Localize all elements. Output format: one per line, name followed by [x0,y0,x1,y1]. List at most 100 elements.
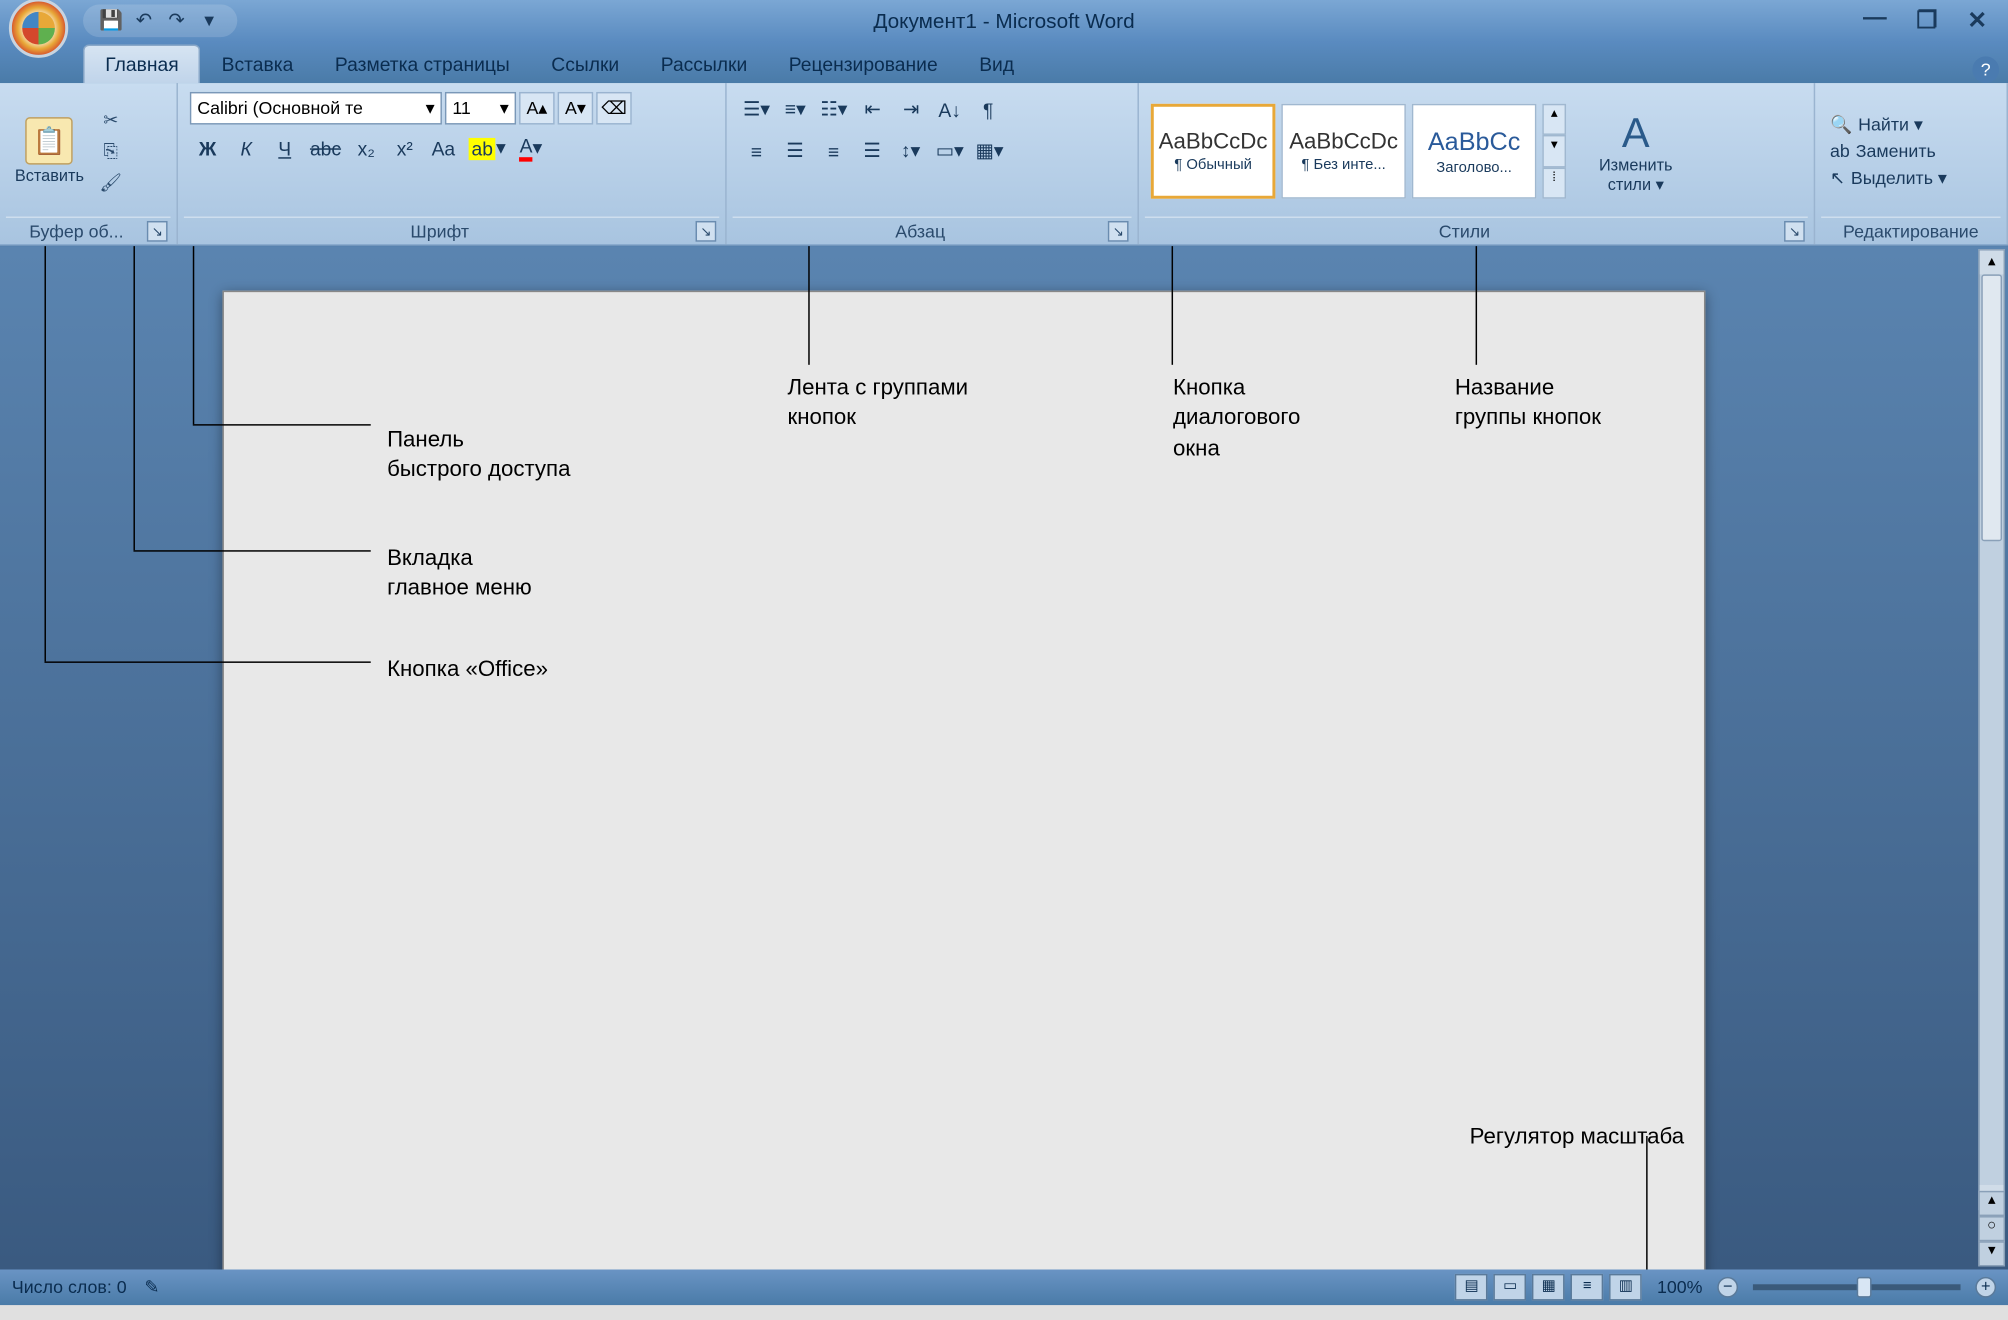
spellcheck-icon[interactable]: ✎ [144,1277,159,1298]
dialog-launcher-paragraph[interactable]: ↘ [1108,221,1129,242]
underline-button[interactable]: Ч [267,131,303,167]
ribbon-tabs: Главная Вставка Разметка страницы Ссылки… [0,42,2008,84]
sort-button[interactable]: A↓ [932,92,968,128]
save-icon[interactable]: 💾 [98,7,125,34]
maximize-button[interactable]: ❐ [1916,6,1937,36]
qat-more-icon[interactable]: ▾ [196,7,223,34]
justify-button[interactable]: ☰ [854,133,890,169]
paste-icon: 📋 [26,117,73,164]
scroll-thumb[interactable] [1981,274,2002,541]
multilevel-button[interactable]: ☷▾ [816,92,852,128]
style-up-button[interactable]: ▴ [1542,104,1566,136]
prev-page-button[interactable]: ▴ [1978,1191,2005,1216]
zoom-in-button[interactable]: + [1975,1277,1996,1298]
scroll-up-button[interactable]: ▴ [1980,251,2004,275]
select-button[interactable]: ↖Выделить ▾ [1827,166,1950,190]
view-reading[interactable]: ▭ [1494,1274,1527,1301]
annotation-qat: Панель быстрого доступа [387,426,570,486]
style-normal[interactable]: AaBbCcDc ¶ Обычный [1151,104,1276,199]
tab-view[interactable]: Вид [958,46,1034,83]
browse-button[interactable]: ○ [1978,1216,2005,1241]
font-name-select[interactable]: Calibri (Основной те▾ [190,92,442,125]
show-marks-button[interactable]: ¶ [970,92,1006,128]
change-case-button[interactable]: Aa [426,131,462,167]
group-paragraph: ☰▾ ≡▾ ☷▾ ⇤ ⇥ A↓ ¶ ≡ ☰ ≡ ☰ ↕▾ ▭▾ ▦▾ [727,83,1139,245]
view-draft[interactable]: ▥ [1609,1274,1642,1301]
align-left-button[interactable]: ≡ [739,133,775,169]
tab-mail[interactable]: Рассылки [640,46,768,83]
bold-button[interactable]: Ж [190,131,226,167]
subscript-button[interactable]: x₂ [348,131,384,167]
borders-button[interactable]: ▦▾ [971,133,1008,169]
tab-insert[interactable]: Вставка [201,46,314,83]
line-spacing-button[interactable]: ↕▾ [893,133,929,169]
office-button[interactable] [9,0,68,58]
group-label-clipboard: Буфер об... ↘ [6,217,171,245]
style-nospace[interactable]: AaBbCcDc ¶ Без инте... [1281,104,1406,199]
cut-icon[interactable]: ✂ [96,107,126,134]
shrink-font-button[interactable]: A▾ [558,92,594,125]
style-heading[interactable]: AaBbCc Заголово... [1412,104,1537,199]
align-right-button[interactable]: ≡ [816,133,852,169]
superscript-button[interactable]: x² [387,131,423,167]
annotation-ribbon: Лента с группами кнопок [787,374,968,434]
leader-tab-h [133,550,370,551]
zoom-level[interactable]: 100% [1657,1277,1703,1298]
strike-button[interactable]: abc [305,131,345,167]
increase-indent-button[interactable]: ⇥ [893,92,929,128]
select-icon: ↖ [1830,168,1845,189]
align-center-button[interactable]: ☰ [777,133,813,169]
next-page-button[interactable]: ▾ [1978,1241,2005,1266]
group-label-paragraph: Абзац ↘ [733,217,1132,245]
bullets-button[interactable]: ☰▾ [739,92,775,128]
paste-button[interactable]: 📋 Вставить [6,114,93,188]
change-styles-button[interactable]: A Изменить стили ▾ [1575,109,1697,194]
tab-review[interactable]: Рецензирование [768,46,958,83]
view-web[interactable]: ▦ [1532,1274,1565,1301]
redo-icon[interactable]: ↷ [163,7,190,34]
format-painter-icon[interactable]: 🖌 [96,169,126,196]
tab-refs[interactable]: Ссылки [531,46,640,83]
minimize-button[interactable]: — [1863,6,1887,36]
leader-qat-v [193,246,194,424]
zoom-slider[interactable] [1753,1284,1961,1290]
dialog-launcher-clipboard[interactable]: ↘ [147,221,168,242]
style-down-button[interactable]: ▾ [1542,135,1566,167]
grow-font-button[interactable]: A▴ [519,92,555,125]
numbering-button[interactable]: ≡▾ [777,92,813,128]
replace-button[interactable]: abЗаменить [1827,139,1950,163]
italic-button[interactable]: К [228,131,264,167]
leader-dialog [1172,246,1173,365]
group-label-font: Шрифт ↘ [184,217,719,245]
help-icon[interactable]: ? [1972,56,1999,83]
zoom-out-button[interactable]: − [1717,1277,1738,1298]
copy-icon[interactable]: ⎘ [96,138,126,165]
shading-button[interactable]: ▭▾ [931,133,968,169]
decrease-indent-button[interactable]: ⇤ [855,92,891,128]
dialog-launcher-styles[interactable]: ↘ [1784,221,1805,242]
zoom-thumb[interactable] [1857,1277,1872,1298]
leader-tab-v [133,246,134,550]
highlight-button[interactable]: ab▾ [464,131,510,167]
clear-format-button[interactable]: ⌫ [596,92,632,125]
annotation-tab: Вкладка главное меню [387,544,532,604]
tab-layout[interactable]: Разметка страницы [314,46,530,83]
leader-ribbon [808,246,809,365]
view-outline[interactable]: ≡ [1571,1274,1604,1301]
dialog-launcher-font[interactable]: ↘ [696,221,717,242]
word-count[interactable]: Число слов: 0 [12,1277,127,1298]
font-size-select[interactable]: 11▾ [445,92,516,125]
undo-icon[interactable]: ↶ [131,7,158,34]
style-more-button[interactable]: ⁞ [1542,167,1566,199]
group-clipboard: 📋 Вставить ✂ ⎘ 🖌 Буфер об... ↘ [0,83,178,245]
ribbon: 📋 Вставить ✂ ⎘ 🖌 Буфер об... ↘ Calibri (… [0,83,2008,246]
leader-qat-h [193,424,371,425]
vertical-scrollbar[interactable]: ▴ ▾ [1978,249,2005,1210]
statusbar: Число слов: 0 ✎ ▤ ▭ ▦ ≡ ▥ 100% − + [0,1269,2008,1305]
font-color-button[interactable]: A▾ [513,131,549,167]
tab-home[interactable]: Главная [83,44,201,83]
find-button[interactable]: 🔍Найти ▾ [1827,113,1950,137]
close-button[interactable]: ✕ [1967,6,1987,36]
view-print-layout[interactable]: ▤ [1455,1274,1488,1301]
document-page[interactable]: Панель быстрого доступа Вкладка главное … [222,291,1705,1270]
